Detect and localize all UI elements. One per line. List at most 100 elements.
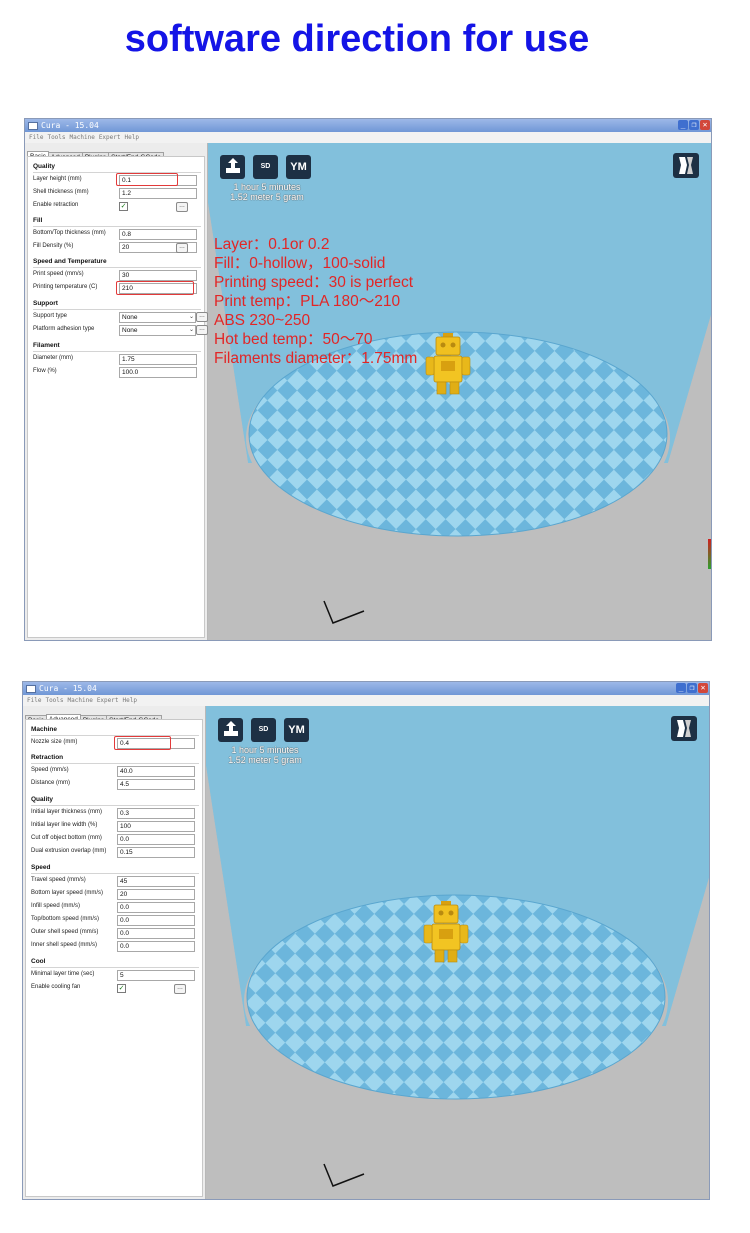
load-model-icon — [223, 721, 238, 736]
layer-height-label: Layer height (mm) — [33, 176, 82, 182]
3d-viewport[interactable]: SD YM 1 hour 5 minutes 1.52 meter 5 gram… — [208, 143, 711, 640]
menu-help[interactable]: Help — [125, 134, 139, 141]
annotation-fill: Fill：0-hollow，100-solid — [214, 255, 386, 272]
menu-tools[interactable]: Tools — [45, 697, 63, 704]
retraction-distance-label: Distance (mm) — [31, 780, 71, 786]
advanced-settings: Machine Nozzle size (mm) 0.4 Retraction … — [25, 719, 203, 1197]
section-quality: Quality — [33, 163, 201, 173]
menu-file[interactable]: File — [29, 134, 43, 141]
page-title: software direction for use — [124, 18, 590, 60]
section-speed: Speed — [31, 864, 199, 874]
menu-help[interactable]: Help — [123, 697, 137, 704]
app-icon — [28, 121, 38, 130]
menu-expert[interactable]: Expert — [99, 134, 121, 141]
bottom-top-thickness-input[interactable]: 0.8 — [119, 229, 197, 240]
load-model-button[interactable] — [218, 718, 243, 742]
enable-retraction-checkbox[interactable]: ✓ — [119, 202, 128, 211]
highlight-mark — [116, 281, 194, 295]
view-mode-icon — [677, 720, 691, 737]
cooling-more-button[interactable]: … — [174, 984, 186, 994]
diameter-input[interactable]: 1.75 — [119, 354, 197, 365]
close-button[interactable]: ✕ — [698, 683, 708, 693]
window-title: Cura - 15.04 — [41, 121, 99, 130]
enable-cooling-fan-label: Enable cooling fan — [31, 984, 81, 990]
settings-tabs: BasicAdvancedPluginsStart/End-GCode — [25, 708, 163, 726]
build-volume — [208, 143, 711, 640]
initial-layer-thickness-input[interactable]: 0.3 — [117, 808, 195, 819]
minimize-button[interactable]: _ — [678, 120, 688, 130]
flow-input[interactable]: 100.0 — [119, 367, 197, 378]
print-material: 1.52 meter 5 gram — [228, 755, 302, 765]
close-button[interactable]: ✕ — [700, 120, 710, 130]
print-speed-input[interactable]: 30 — [119, 270, 197, 281]
travel-speed-input[interactable]: 45 — [117, 876, 195, 887]
section-machine: Machine — [31, 726, 199, 736]
section-speed-temperature: Speed and Temperature — [33, 258, 201, 268]
axis-icon — [323, 1163, 365, 1187]
shell-thickness-input[interactable]: 1.2 — [119, 188, 197, 199]
highlight-mark — [114, 736, 171, 750]
youmagine-icon: YM — [288, 724, 305, 736]
annotation-speed: Printing speed：30 is perfect — [214, 274, 414, 291]
annotation-bed: Hot bed temp：50～70 — [214, 331, 373, 348]
minimize-button[interactable]: _ — [676, 683, 686, 693]
inner-shell-speed-input[interactable]: 0.0 — [117, 941, 195, 952]
sd-card-button[interactable]: SD — [251, 718, 276, 742]
menu-expert[interactable]: Expert — [97, 697, 119, 704]
print-time: 1 hour 5 minutes — [231, 745, 299, 755]
cut-off-bottom-input[interactable]: 0.0 — [117, 834, 195, 845]
fill-more-button[interactable]: … — [176, 243, 188, 253]
dual-extrusion-overlap-input[interactable]: 0.15 — [117, 847, 195, 858]
settings-panel: BasicAdvancedPluginsStart/End-GCode Qual… — [25, 143, 208, 640]
sd-card-button[interactable]: SD — [253, 155, 278, 179]
top-bottom-speed-input[interactable]: 0.0 — [117, 915, 195, 926]
cut-off-bottom-label: Cut off object bottom (mm) — [31, 835, 102, 841]
settings-tabs: BasicAdvancedPluginsStart/End-GCode — [27, 145, 165, 163]
view-mode-button[interactable] — [673, 153, 699, 178]
menu-tools[interactable]: Tools — [47, 134, 65, 141]
retraction-distance-input[interactable]: 4.5 — [117, 779, 195, 790]
load-model-button[interactable] — [220, 155, 245, 179]
outer-shell-speed-input[interactable]: 0.0 — [117, 928, 195, 939]
support-type-label: Support type — [33, 313, 68, 319]
3d-viewport[interactable]: SD YM 1 hour 5 minutes 1.52 meter 5 gram — [206, 706, 709, 1199]
view-mode-button[interactable] — [671, 716, 697, 741]
initial-layer-line-width-label: Initial layer line width (%) — [31, 822, 98, 828]
menu-machine[interactable]: Machine — [68, 697, 93, 704]
support-more-button[interactable]: … — [196, 312, 208, 322]
youmagine-icon: YM — [290, 161, 307, 173]
app-icon — [26, 684, 36, 693]
maximize-button[interactable]: ❐ — [687, 683, 697, 693]
chevron-down-icon: ⌄ — [188, 327, 194, 333]
support-type-select[interactable]: None ⌄ — [119, 312, 196, 323]
maximize-button[interactable]: ❐ — [689, 120, 699, 130]
minimal-layer-time-input[interactable]: 5 — [117, 970, 195, 981]
top-bottom-speed-label: Top/bottom speed (mm/s) — [31, 916, 100, 922]
retraction-more-button[interactable]: … — [176, 202, 188, 212]
youmagine-button[interactable]: YM — [286, 155, 311, 179]
section-cool: Cool — [31, 958, 199, 968]
adhesion-more-button[interactable]: … — [196, 325, 208, 335]
enable-cooling-fan-checkbox[interactable]: ✓ — [117, 984, 126, 993]
menu-file[interactable]: File — [27, 697, 41, 704]
sd-card-icon: SD — [258, 726, 269, 733]
section-support: Support — [33, 300, 201, 310]
bottom-layer-speed-input[interactable]: 20 — [117, 889, 195, 900]
annotation-temp-pla: Print temp：PLA 180～210 — [214, 293, 401, 310]
bottom-layer-speed-label: Bottom layer speed (mm/s) — [31, 890, 104, 896]
scrollbar-marker — [708, 539, 711, 569]
menu-machine[interactable]: Machine — [70, 134, 95, 141]
infill-speed-input[interactable]: 0.0 — [117, 902, 195, 913]
section-filament: Filament — [33, 342, 201, 352]
print-speed-label: Print speed (mm/s) — [33, 271, 84, 277]
annotation-temp-abs: ABS 230~250 — [214, 312, 311, 329]
retraction-speed-input[interactable]: 40.0 — [117, 766, 195, 777]
platform-adhesion-select[interactable]: None ⌄ — [119, 325, 196, 336]
menu-bar: File Tools Machine Expert Help — [23, 695, 709, 706]
window-titlebar: Cura - 15.04 _ ❐ ✕ — [23, 682, 709, 695]
annotation-filament: Filaments diameter：1.75mm — [214, 350, 418, 367]
youmagine-button[interactable]: YM — [284, 718, 309, 742]
annotation-overlay: Layer：0.1or 0.2 Fill：0-hollow，100-solid … — [214, 235, 417, 368]
initial-layer-line-width-input[interactable]: 100 — [117, 821, 195, 832]
initial-layer-thickness-label: Initial layer thickness (mm) — [31, 809, 103, 815]
